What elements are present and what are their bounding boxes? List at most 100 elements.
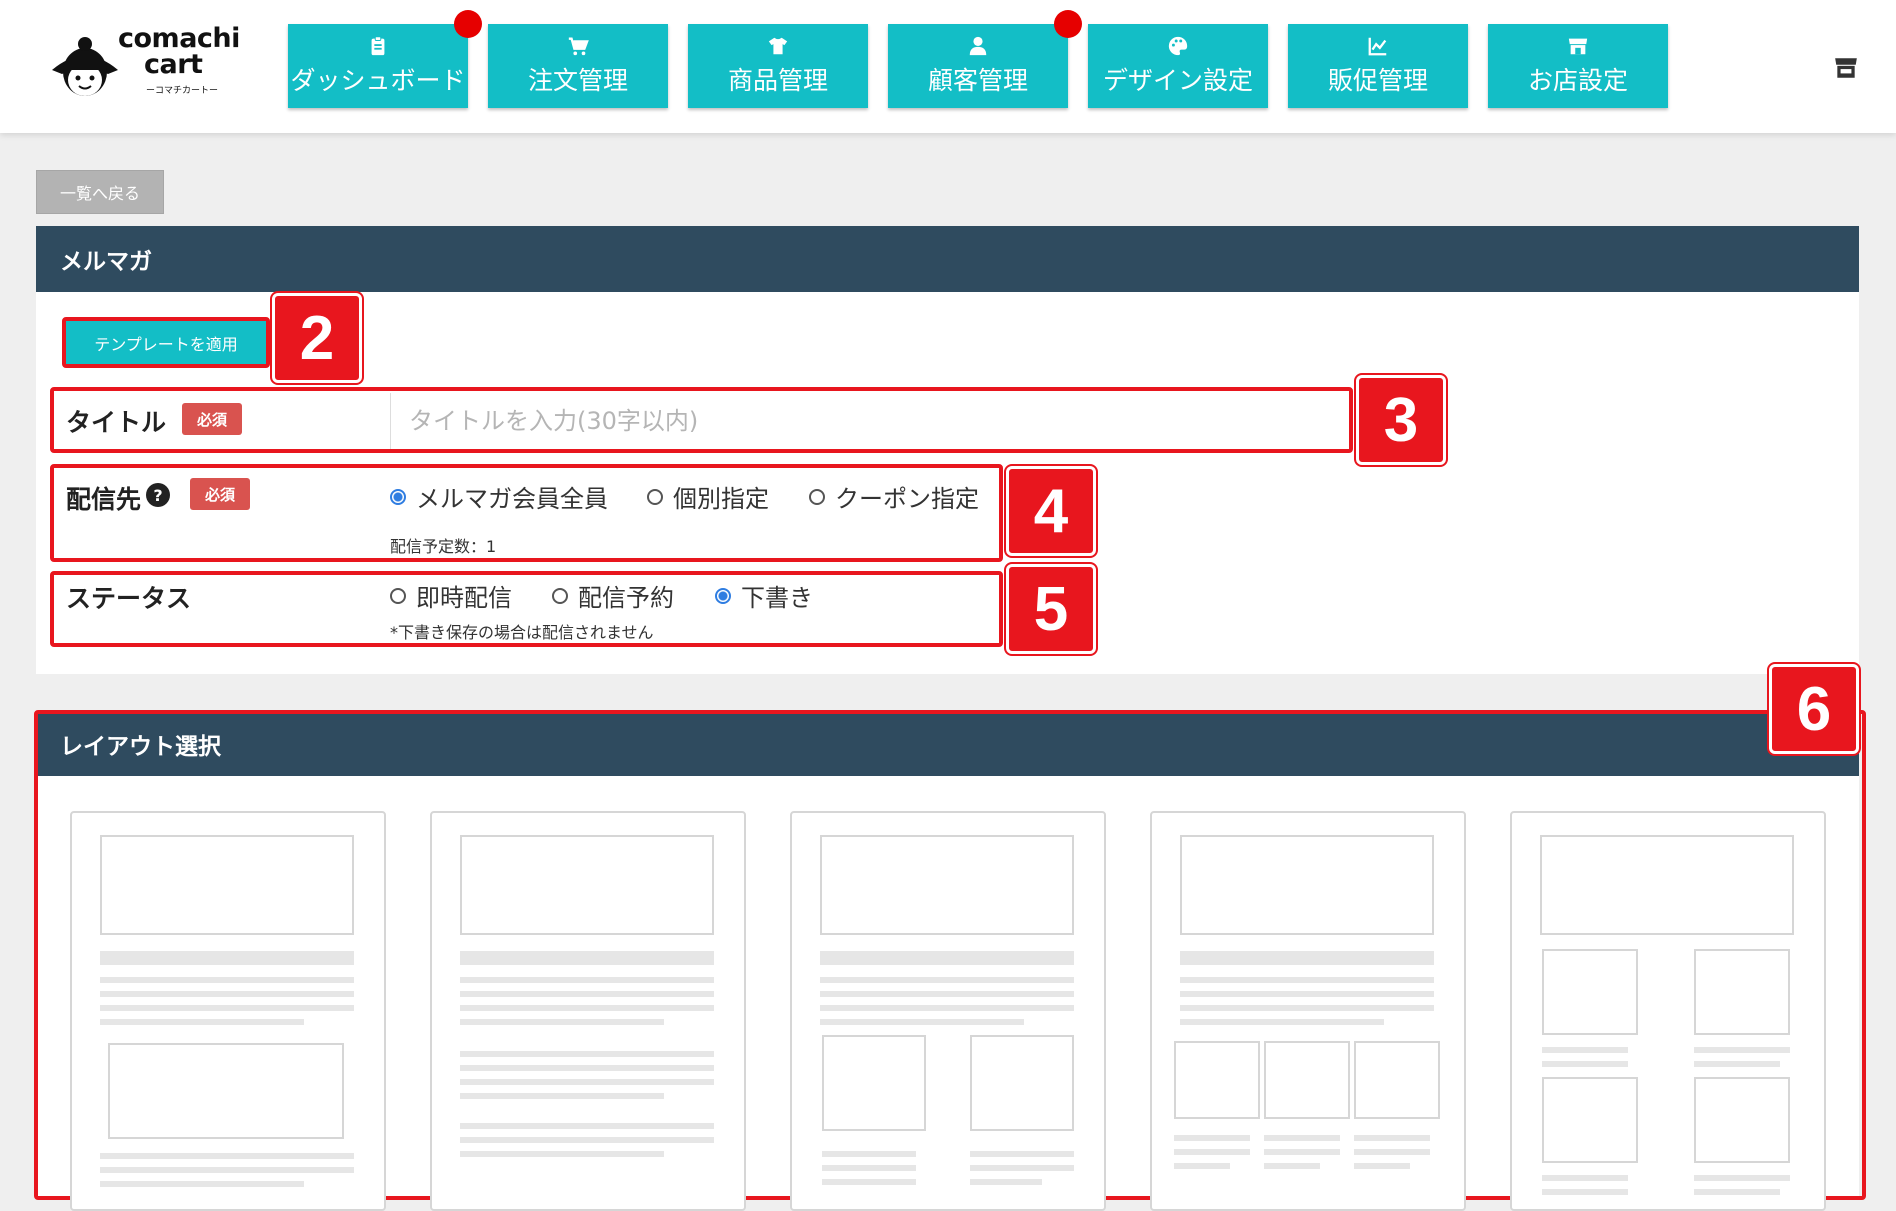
chart-line-icon: [1368, 37, 1387, 56]
annotation-badge-6: 6: [1769, 664, 1859, 754]
image-placeholder: [822, 1035, 926, 1131]
destination-option-individual[interactable]: 個別指定: [647, 479, 769, 514]
radio-button[interactable]: [390, 587, 406, 604]
palette-icon: [1168, 36, 1188, 56]
text-placeholder: [970, 1165, 1074, 1171]
destination-label: 配信先: [66, 485, 142, 514]
annotation-badge-2: 2: [272, 293, 362, 383]
nav-products-button[interactable]: 商品管理: [688, 24, 868, 108]
nav-shop-settings-label: お店設定: [1527, 66, 1628, 95]
apply-template-button[interactable]: テンプレートを適用: [66, 321, 266, 364]
destination-option-all[interactable]: メルマガ会員全員: [390, 479, 608, 514]
text-placeholder: [1694, 1061, 1780, 1067]
image-placeholder: [1542, 949, 1638, 1035]
text-placeholder: [100, 951, 354, 965]
delivery-count: 配信予定数：1: [390, 537, 497, 556]
nav-orders-button[interactable]: 注文管理: [488, 24, 668, 108]
logo-wordmark: comachi cart: [118, 25, 240, 80]
nav-design-label: デザイン設定: [1102, 66, 1253, 95]
title-input[interactable]: [390, 393, 1347, 449]
title-label: タイトル: [66, 408, 167, 437]
text-placeholder: [460, 977, 714, 983]
text-placeholder: [820, 1005, 1074, 1011]
status-note: *下書き保存の場合は配信されません: [390, 623, 654, 642]
image-placeholder: [970, 1035, 1074, 1131]
nav-customers-label: 顧客管理: [927, 66, 1028, 95]
layout-option-2[interactable]: [430, 811, 746, 1211]
customers-notification-dot: [1054, 10, 1082, 38]
text-placeholder: [1542, 1061, 1628, 1067]
image-placeholder: [1694, 949, 1790, 1035]
clipboard-icon: [371, 36, 385, 56]
text-placeholder: [1264, 1135, 1340, 1141]
nav-dashboard-button[interactable]: ダッシュボード: [288, 24, 468, 108]
text-placeholder: [1354, 1135, 1430, 1141]
status-option-label: 下書き: [741, 584, 813, 612]
text-placeholder: [822, 1165, 916, 1171]
text-placeholder: [1180, 1005, 1434, 1011]
text-placeholder: [1180, 977, 1434, 983]
radio-button[interactable]: [715, 587, 731, 604]
text-placeholder: [1542, 1175, 1628, 1181]
destination-option-label: クーポン指定: [835, 485, 979, 513]
text-placeholder: [1264, 1149, 1340, 1155]
text-placeholder: [1264, 1163, 1320, 1169]
text-placeholder: [1354, 1163, 1410, 1169]
nav-products-label: 商品管理: [727, 66, 828, 95]
radio-button[interactable]: [552, 587, 568, 604]
nav-promotion-button[interactable]: 販促管理: [1288, 24, 1468, 108]
text-placeholder: [460, 1051, 714, 1057]
dashboard-notification-dot: [454, 10, 482, 38]
text-placeholder: [460, 951, 714, 965]
text-placeholder: [1694, 1189, 1780, 1195]
text-placeholder: [1174, 1163, 1230, 1169]
text-placeholder: [100, 1005, 354, 1011]
radio-button[interactable]: [390, 488, 406, 505]
text-placeholder: [820, 977, 1074, 983]
radio-button[interactable]: [647, 488, 663, 505]
text-placeholder: [1354, 1149, 1430, 1155]
logo-subtitle: ーコマチカートー: [146, 86, 219, 96]
text-placeholder: [1694, 1175, 1790, 1181]
layout-option-3[interactable]: [790, 811, 1106, 1211]
layout-option-4[interactable]: [1150, 811, 1466, 1211]
storefront-link-icon[interactable]: [1833, 55, 1859, 81]
layout-option-5[interactable]: [1510, 811, 1826, 1211]
nav-orders-label: 注文管理: [527, 66, 628, 95]
nav-design-button[interactable]: デザイン設定: [1088, 24, 1268, 108]
text-placeholder: [100, 1181, 304, 1187]
logo-line2: cart: [144, 49, 203, 80]
text-placeholder: [100, 977, 354, 983]
destination-option-label: メルマガ会員全員: [416, 485, 608, 513]
image-placeholder: [820, 835, 1074, 935]
image-placeholder: [1174, 1041, 1260, 1119]
text-placeholder: [460, 1151, 664, 1157]
status-option-scheduled[interactable]: 配信予約: [552, 578, 674, 613]
nav-customers-button[interactable]: 顧客管理: [888, 24, 1068, 108]
back-to-list-button[interactable]: 一覧へ戻る: [36, 170, 164, 214]
nav-promotion-label: 販促管理: [1327, 66, 1428, 95]
status-option-draft[interactable]: 下書き: [715, 578, 813, 613]
text-placeholder: [460, 1137, 714, 1143]
store-icon: [1568, 38, 1588, 55]
image-placeholder: [1540, 835, 1794, 935]
cart-icon: [568, 37, 589, 56]
status-label: ステータス: [66, 584, 192, 613]
image-placeholder: [1264, 1041, 1350, 1119]
text-placeholder: [100, 1167, 354, 1173]
annotation-badge-5: 5: [1006, 564, 1096, 654]
image-placeholder: [1542, 1077, 1638, 1163]
text-placeholder: [460, 1093, 664, 1099]
tshirt-icon: [768, 37, 788, 55]
text-placeholder: [100, 991, 354, 997]
help-icon[interactable]: ?: [146, 483, 170, 507]
logo-mascot-icon: [52, 37, 118, 96]
panel-title: メルマガ: [36, 226, 1859, 292]
radio-button[interactable]: [809, 488, 825, 505]
layout-option-1[interactable]: [70, 811, 386, 1211]
image-placeholder: [108, 1043, 344, 1139]
nav-shop-settings-button[interactable]: お店設定: [1488, 24, 1668, 108]
destination-option-coupon[interactable]: クーポン指定: [809, 479, 979, 514]
status-option-immediate[interactable]: 即時配信: [390, 578, 512, 613]
image-placeholder: [1354, 1041, 1440, 1119]
